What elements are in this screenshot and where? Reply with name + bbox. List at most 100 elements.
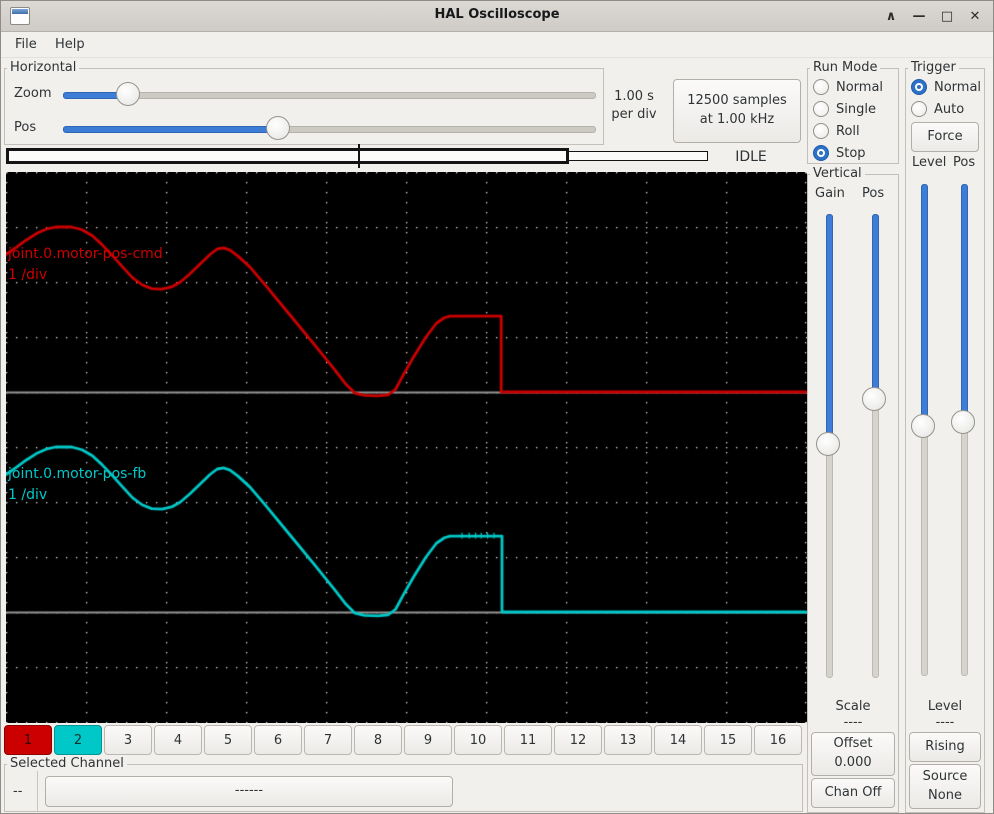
run-mode-option-single[interactable]: Single [813,98,883,120]
channel-button-row: 12345678910111213141516 [4,725,802,755]
channel-button-14[interactable]: 14 [654,725,702,755]
menu-file[interactable]: File [7,35,45,54]
menu-help[interactable]: Help [47,35,93,54]
channel-button-7[interactable]: 7 [304,725,352,755]
channel-button-1[interactable]: 1 [4,725,52,755]
radio-icon[interactable] [911,101,927,117]
trigger-level-readout-value: ---- [905,715,985,730]
record-length-button[interactable]: 12500 samples at 1.00 kHz [673,79,801,143]
channel-button-2[interactable]: 2 [54,725,102,755]
radio-icon[interactable] [813,79,829,95]
radio-label: Single [836,102,876,117]
radio-icon[interactable] [813,101,829,117]
trigger-edge-button[interactable]: Rising [909,732,981,762]
trigger-level-readout-label: Level [905,699,985,714]
trigger-option-normal[interactable]: Normal [911,76,981,98]
channel-button-16[interactable]: 16 [754,725,802,755]
selected-channel-source-button[interactable]: ------ [45,776,453,807]
channel-button-4[interactable]: 4 [154,725,202,755]
run-mode-legend: Run Mode [810,60,880,75]
time-per-div-caption: per div [599,107,669,122]
trigger-radio-group: Normal Auto [911,76,981,120]
source-value: None [928,787,962,806]
close-icon[interactable]: ✕ [965,5,985,27]
status-badge: IDLE [716,149,786,165]
channel-button-15[interactable]: 15 [704,725,752,755]
channel-button-5[interactable]: 5 [204,725,252,755]
force-label: Force [927,128,962,147]
trigger-level-label: Level [912,155,946,170]
trigger-position-tick [358,144,360,168]
radio-label: Stop [836,146,866,161]
horizontal-pos-slider[interactable] [63,116,596,140]
channel-button-10[interactable]: 10 [454,725,502,755]
slider-fill [63,126,280,133]
trigger-source-button[interactable]: Source None [909,764,981,809]
record-window-bar [6,148,569,164]
scale-readout-value: ---- [807,715,899,730]
selected-channel-legend: Selected Channel [7,756,127,771]
channel-button-12[interactable]: 12 [554,725,602,755]
horizontal-zoom-slider[interactable] [63,82,596,106]
scope-canvas [6,172,807,723]
channel-button-3[interactable]: 3 [104,725,152,755]
slider-handle[interactable] [816,432,840,456]
slider-handle[interactable] [911,414,935,438]
zoom-label: Zoom [14,86,51,101]
channel-button-13[interactable]: 13 [604,725,652,755]
radio-label: Normal [836,80,883,95]
slider-handle[interactable] [266,116,290,140]
vertical-legend: Vertical [810,166,865,181]
source-label: Source [923,768,968,787]
rising-label: Rising [925,738,965,757]
trigger-level-slider[interactable] [911,184,935,676]
selected-channel-number: -- [13,784,22,799]
app-window: HAL Oscilloscope ∧ — □ ✕ File Help Horiz… [0,0,994,814]
radio-label: Roll [836,124,860,139]
run-mode-option-roll[interactable]: Roll [813,120,883,142]
menu-bar: File Help [1,31,993,58]
vertical-pos-label: Pos [862,186,884,201]
chan-off-button[interactable]: Chan Off [811,778,895,808]
channel-button-8[interactable]: 8 [354,725,402,755]
vertical-pos-slider[interactable] [862,214,886,678]
minimize-icon[interactable]: — [909,5,929,27]
radio-icon[interactable] [911,79,927,95]
trigger-option-auto[interactable]: Auto [911,98,981,120]
slider-fill [961,184,968,424]
horizontal-legend: Horizontal [7,60,79,75]
radio-icon[interactable] [813,145,829,161]
radio-label: Auto [934,102,964,117]
slider-track[interactable] [63,92,596,99]
title-bar[interactable]: HAL Oscilloscope ∧ — □ ✕ [1,1,993,32]
slider-handle[interactable] [116,82,140,106]
scale-readout-label: Scale [807,699,899,714]
run-mode-option-normal[interactable]: Normal [813,76,883,98]
force-trigger-button[interactable]: Force [911,122,979,152]
offset-button[interactable]: Offset 0.000 [811,732,895,776]
trigger-legend: Trigger [908,60,959,75]
channel-button-9[interactable]: 9 [404,725,452,755]
time-per-div-value: 1.00 s [599,89,669,104]
samples-line2: at 1.00 kHz [700,111,774,130]
gain-label: Gain [815,186,845,201]
slider-fill [826,214,833,446]
scope-display: joint.0.motor-pos-cmd 1 /div joint.0.mot… [6,172,807,723]
selected-channel-name: ------ [235,782,263,801]
maximize-icon[interactable]: □ [937,5,957,27]
slider-handle[interactable] [951,410,975,434]
vertical-gain-slider[interactable] [816,214,840,678]
radio-icon[interactable] [813,123,829,139]
shade-icon[interactable]: ∧ [881,5,901,27]
window-title: HAL Oscilloscope [1,7,993,22]
run-mode-option-stop[interactable]: Stop [813,142,883,164]
samples-line1: 12500 samples [687,92,787,111]
slider-handle[interactable] [862,387,886,411]
channel-button-11[interactable]: 11 [504,725,552,755]
offset-label: Offset [833,735,872,754]
radio-label: Normal [934,80,981,95]
channel-button-6[interactable]: 6 [254,725,302,755]
pos-label: Pos [14,120,36,135]
trigger-pos-slider[interactable] [951,184,975,676]
chan-off-label: Chan Off [825,784,882,803]
